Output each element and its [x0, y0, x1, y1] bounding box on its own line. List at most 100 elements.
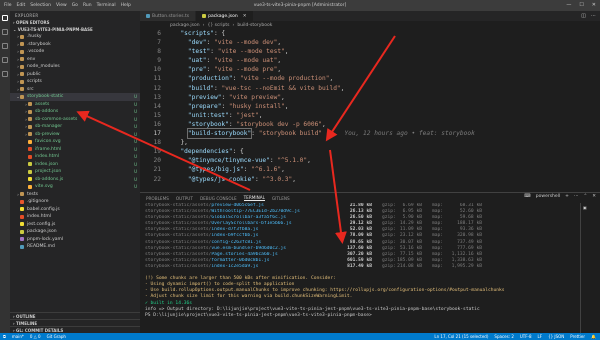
terminal-shell-name[interactable]: powershell [536, 194, 560, 199]
close-icon[interactable]: ✕ [592, 2, 596, 8]
tree-item-label: index.html [35, 154, 59, 160]
json-key: "storybook" [187, 120, 229, 128]
line-number: 20 [153, 157, 161, 165]
tab-button-stories-ts[interactable]: Button.stories.ts [140, 11, 197, 21]
sidebar-bottom-sections: › OUTLINE › TIMELINE › GL: COMMIT DETAIL… [10, 312, 140, 333]
status-left-item[interactable]: main* [12, 334, 24, 339]
tree-item[interactable]: README.md [10, 243, 140, 251]
outline-section[interactable]: › OUTLINE [10, 312, 140, 319]
menu-item-go[interactable]: Go [72, 3, 78, 8]
more-actions-icon[interactable]: ⋯ [574, 194, 579, 199]
tree-item[interactable]: › tests [10, 191, 140, 199]
json-value: "husky install" [228, 102, 285, 110]
tree-item-label: .storybook [27, 41, 51, 47]
chevron-right-icon: › [232, 22, 235, 28]
folder-icon [20, 64, 24, 69]
json-file-icon [28, 162, 32, 167]
code-editor[interactable]: 6 "scripts": {7 "dev": "vite --mode dev"… [140, 29, 600, 192]
status-left-item[interactable]: Git Graph [47, 334, 66, 339]
tree-item-label: sb-addons.js [35, 176, 64, 182]
close-panel-icon[interactable]: ✕ [592, 194, 596, 199]
tree-item[interactable]: favicon.svg U [10, 138, 140, 146]
chevron-right-icon: › [202, 22, 205, 28]
tree-item[interactable]: index.html U [10, 153, 140, 161]
git-commit-details-section[interactable]: › GL: COMMIT DETAILS [10, 326, 140, 333]
timeline-section[interactable]: › TIMELINE [10, 319, 140, 326]
tree-item[interactable]: › scripts [10, 78, 140, 86]
terminal-entry[interactable]: ▣ [581, 203, 600, 212]
tab-output[interactable]: OUTPUT [176, 196, 193, 201]
build-dir: storybook-static/assets/ [145, 221, 212, 227]
tab-debug-console[interactable]: DEBUG CONSOLE [200, 196, 237, 201]
tree-item[interactable]: sb-addons.js U [10, 176, 140, 184]
folder-icon [20, 192, 24, 197]
ts-file-icon [146, 14, 150, 18]
status-right-item[interactable]: {} JSON [548, 334, 564, 339]
explorer-icon[interactable] [2, 15, 8, 21]
split-editor-icon[interactable]: ◫ [581, 13, 586, 19]
source-control-icon[interactable] [2, 43, 8, 49]
breadcrumb-item[interactable]: package.json [170, 23, 200, 28]
tree-item[interactable]: › node_modules [10, 63, 140, 71]
maximize-icon[interactable]: ☐ [579, 2, 583, 8]
menu-item-view[interactable]: View [56, 3, 67, 8]
tree-item[interactable]: index.html [10, 213, 140, 221]
tab-terminal[interactable]: TERMINAL [243, 195, 265, 201]
breadcrumb-item[interactable]: {} scripts [207, 23, 229, 28]
minimize-icon[interactable]: — [566, 2, 571, 8]
status-right-item[interactable]: Spaces: 2 [494, 334, 513, 339]
add-terminal-icon[interactable]: + [565, 194, 569, 199]
tree-item[interactable]: › .husky [10, 33, 140, 41]
build-filename: index-d7f3fb8a.js [211, 227, 259, 233]
tree-item[interactable]: package.json [10, 228, 140, 236]
tree-item[interactable]: › assets U [10, 101, 140, 109]
tree-item[interactable]: index.json U [10, 161, 140, 169]
bell-icon[interactable]: 🔔 [591, 334, 596, 339]
status-right-item[interactable]: LF [538, 334, 543, 339]
tree-item[interactable]: › sb-manager U [10, 123, 140, 131]
project-section[interactable]: ⌄ VUE3-TS-VITE3-PINIA-PNPM-BASE [10, 26, 140, 33]
tree-item[interactable]: › .vscode [10, 48, 140, 56]
menu-item-edit[interactable]: Edit [17, 3, 26, 8]
status-right-item[interactable]: Ln 17, Col 21 (15 selected) [434, 334, 488, 339]
tree-item[interactable]: › sb-preview U [10, 131, 140, 139]
editor-actions: ◫ ⋯ [581, 11, 596, 21]
open-editors-section[interactable]: › OPEN EDITORS [10, 19, 140, 26]
status-right-item[interactable]: UTF-8 [520, 334, 532, 339]
tree-item[interactable]: jest.config.js [10, 221, 140, 229]
breadcrumb-item[interactable]: build-storybook [237, 23, 272, 28]
tree-item[interactable]: pnpm-lock.yaml [10, 236, 140, 244]
menu-item-help[interactable]: Help [121, 3, 131, 8]
tree-item[interactable]: › env [10, 56, 140, 64]
tab-gitlens[interactable]: GITLENS [272, 196, 290, 201]
tree-item[interactable]: › .storybook [10, 41, 140, 49]
tree-item[interactable]: › sb-addons U [10, 108, 140, 116]
tree-item[interactable]: iframe.html U [10, 146, 140, 154]
search-icon[interactable] [2, 29, 8, 35]
close-icon[interactable]: ✕ [243, 14, 247, 19]
extensions-icon[interactable] [2, 71, 8, 77]
tree-item[interactable]: .gitignore [10, 198, 140, 206]
tree-item[interactable]: › src [10, 86, 140, 94]
tree-item[interactable]: › public [10, 71, 140, 79]
menu-item-file[interactable]: File [4, 3, 12, 8]
git-file-icon [20, 199, 24, 204]
run-debug-icon[interactable] [2, 57, 8, 63]
status-right-item[interactable]: Prettier [570, 334, 585, 339]
tree-item[interactable]: babel.config.js [10, 206, 140, 214]
build-dir: storybook-static/assets/ [145, 209, 212, 215]
menu-item-run[interactable]: Run [83, 3, 92, 8]
status-left-item[interactable]: 0 △ 0 [30, 334, 41, 339]
terminal-output[interactable]: storybook-static/assets/preview-d065c6ef… [140, 203, 580, 334]
tree-item[interactable]: › sb-common-assets U [10, 116, 140, 124]
tree-item[interactable]: project.json U [10, 168, 140, 176]
menu-item-terminal[interactable]: Terminal [97, 3, 116, 8]
more-actions-icon[interactable]: ⋯ [591, 13, 596, 19]
menu-item-selection[interactable]: Selection [30, 3, 51, 8]
tab-problems[interactable]: PROBLEMS [146, 196, 169, 201]
remote-icon[interactable]: ⧉ [3, 334, 6, 339]
tab-package-json[interactable]: package.json ✕ [196, 11, 254, 21]
tree-item[interactable]: vite.svg U [10, 183, 140, 191]
tree-item[interactable]: ⌄ storybook-static U [10, 93, 140, 101]
maximize-panel-icon[interactable]: ⌃ [583, 194, 587, 199]
